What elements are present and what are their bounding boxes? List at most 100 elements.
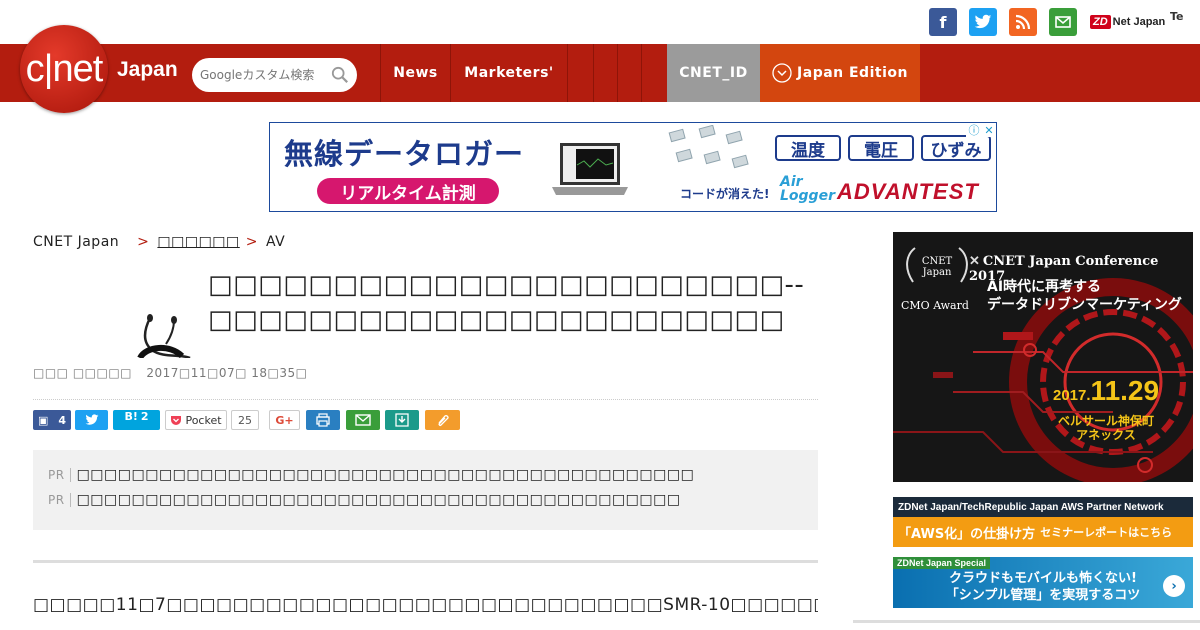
- ad-air-2: Logger: [780, 188, 835, 204]
- special-text: クラウドもモバイルも怖くない! 「シンプル管理」を実現するコツ: [923, 570, 1163, 604]
- download-icon: [395, 413, 409, 427]
- pr-link[interactable]: □□□□□□□□□□□□□□□□□□□□□□□□□□□□□□□□□□□□□□□□…: [77, 492, 681, 508]
- nav-empty-2[interactable]: [593, 44, 617, 102]
- ad-advantest-logo: ADVANTEST: [837, 179, 979, 204]
- article-date: 2017□11□07□ 18□35□: [146, 366, 308, 380]
- search-box: [192, 58, 357, 92]
- pocket-icon: [171, 415, 182, 425]
- mail-icon: [355, 414, 371, 426]
- facebook-icon: ▣: [37, 413, 49, 427]
- divider: [33, 560, 818, 563]
- facebook-icon[interactable]: f: [929, 8, 957, 36]
- share-pocket-count: 25: [231, 410, 259, 430]
- divider: [33, 399, 818, 400]
- special-line-1: クラウドもモバイルも怖くない!: [949, 571, 1137, 586]
- conference-venue: ベルサール神保町 アネックス: [1053, 414, 1159, 442]
- chevron-right-icon[interactable]: ›: [1163, 575, 1185, 597]
- paperclip-icon: [438, 415, 449, 426]
- share-pocket-button[interactable]: Pocket: [165, 410, 227, 430]
- share-twitter-button[interactable]: [75, 410, 108, 430]
- earphone-thumbnail: [137, 314, 191, 358]
- conference-date-day: 11.29: [1090, 375, 1160, 406]
- ad-banner[interactable]: 無線データロガー リアルタイム計測 温度 電圧 ひずみ コードが消えた! Air…: [269, 122, 997, 212]
- award-line-2: Japan: [922, 267, 952, 278]
- ad-info-icon[interactable]: ⓘ: [968, 123, 979, 138]
- share-facebook-count: 4: [58, 413, 67, 427]
- pr-item[interactable]: PR □□□□□□□□□□□□□□□□□□□□□□□□□□□□□□□□□□□□□…: [48, 467, 694, 483]
- divider: [853, 620, 1200, 623]
- special-line-2: 「シンプル管理」を実現するコツ: [945, 588, 1141, 603]
- rss-icon[interactable]: [1009, 8, 1037, 36]
- twitter-icon: [85, 414, 98, 425]
- cmo-award-badge: CNET Japan: [907, 256, 967, 278]
- conference-line-3: データドリブンマーケティング: [987, 297, 1182, 313]
- conference-line-2: AI時代に再考する: [987, 279, 1102, 295]
- share-mail-button[interactable]: [346, 410, 380, 430]
- logo-japan-text[interactable]: Japan: [117, 58, 178, 82]
- breadcrumb-category[interactable]: □□□□□□: [157, 234, 239, 250]
- top-bar: f ZD Net Japan Te: [0, 0, 1200, 44]
- pr-item[interactable]: PR □□□□□□□□□□□□□□□□□□□□□□□□□□□□□□□□□□□□□…: [48, 492, 681, 508]
- laptop-icon: [552, 143, 628, 195]
- share-hatena-button[interactable]: B! 2: [113, 410, 160, 430]
- conference-date: 2017.11.29: [1053, 375, 1159, 407]
- share-gplus-button[interactable]: G+: [269, 410, 300, 430]
- pr-tag: PR: [48, 493, 71, 507]
- article-byline: □□□ □□□□□ 2017□11□07□ 18□35□: [33, 366, 317, 380]
- pr-link[interactable]: □□□□□□□□□□□□□□□□□□□□□□□□□□□□□□□□□□□□□□□□…: [77, 467, 695, 483]
- search-icon[interactable]: [331, 66, 349, 84]
- close-icon[interactable]: ✕: [984, 124, 993, 137]
- venue-line-1: ベルサール神保町: [1057, 414, 1154, 428]
- article-body: □□□□□11□7□□□□□□□□□□□□□□□□□□□□□□□□□□□□□□S…: [33, 595, 818, 615]
- ad-btn-voltage: 電圧: [848, 135, 914, 161]
- nav-empty-1[interactable]: [567, 44, 593, 102]
- aws-header: ZDNet Japan/TechRepublic Japan AWS Partn…: [893, 497, 1193, 517]
- sensor-icons: [668, 125, 749, 169]
- cmo-award-text: CMO Award: [901, 299, 969, 312]
- pr-tag: PR: [48, 468, 71, 482]
- chevron-down-icon: [772, 63, 792, 83]
- zdnet-logo[interactable]: ZD Net Japan: [1090, 10, 1165, 34]
- sidebar-ad-aws[interactable]: ZDNet Japan/TechRepublic Japan AWS Partn…: [893, 497, 1193, 547]
- share-hatena-count: 2: [140, 409, 149, 423]
- zdnet-brand: ZD: [1090, 15, 1111, 29]
- nav-empty-4[interactable]: [641, 44, 667, 102]
- mail-icon[interactable]: [1049, 8, 1077, 36]
- hatena-icon: B!: [124, 409, 138, 423]
- ad-small-text: コードが消えた!: [680, 187, 770, 201]
- ad-choices[interactable]: ⓘ ✕: [966, 123, 996, 137]
- aws-subtitle: セミナーレポートはこちら: [1040, 526, 1173, 539]
- nav-cnet-id[interactable]: CNET_ID: [667, 44, 760, 102]
- share-facebook-button[interactable]: ▣ 4: [33, 410, 71, 430]
- sidebar-ad-conference[interactable]: CNET Japan CMO Award ✕ CNET Japan Confere…: [893, 232, 1193, 482]
- breadcrumb-home[interactable]: CNET Japan: [33, 234, 119, 250]
- breadcrumb: CNET Japan > □□□□□□ > AV: [33, 234, 285, 250]
- breadcrumb-separator: >: [137, 234, 150, 250]
- nav-edition-label: Japan Edition: [797, 65, 908, 81]
- article-headline: □□□□□□□□□□□□□□□□□□□□□□□--□□□□□□□□□□□□□□□…: [208, 270, 805, 335]
- ad-btn-temperature: 温度: [775, 135, 841, 161]
- search-input[interactable]: [200, 68, 330, 82]
- sidebar-ad-special[interactable]: ZDNet Japan Special クラウドもモバイルも怖くない! 「シンプ…: [893, 557, 1193, 608]
- nav-news[interactable]: News: [380, 44, 450, 102]
- ad-pill: リアルタイム計測: [317, 178, 499, 204]
- twitter-icon[interactable]: [969, 8, 997, 36]
- techrepublic-logo[interactable]: Te: [1170, 10, 1184, 23]
- nav-japan-edition[interactable]: Japan Edition: [760, 44, 920, 102]
- special-tag: ZDNet Japan Special: [893, 557, 991, 569]
- aws-title: 「AWS化」の仕掛け方: [898, 526, 1036, 542]
- share-save-button[interactable]: [385, 410, 419, 430]
- nav-empty-3[interactable]: [617, 44, 641, 102]
- cnet-logo[interactable]: c|net: [20, 25, 108, 113]
- conference-date-year: 2017.: [1053, 387, 1091, 404]
- aws-body: 「AWS化」の仕掛け方 セミナーレポートはこちら: [893, 517, 1193, 547]
- print-icon: [316, 413, 330, 427]
- breadcrumb-sub[interactable]: AV: [266, 234, 285, 250]
- nav-marketers[interactable]: Marketers': [450, 44, 567, 102]
- award-line-1: CNET: [921, 256, 953, 267]
- share-clip-button[interactable]: [425, 410, 460, 430]
- share-print-button[interactable]: [306, 410, 340, 430]
- ad-title: 無線データロガー: [284, 137, 525, 171]
- article-author[interactable]: □□□ □□□□□: [33, 366, 132, 380]
- share-pocket-label: Pocket: [185, 413, 222, 427]
